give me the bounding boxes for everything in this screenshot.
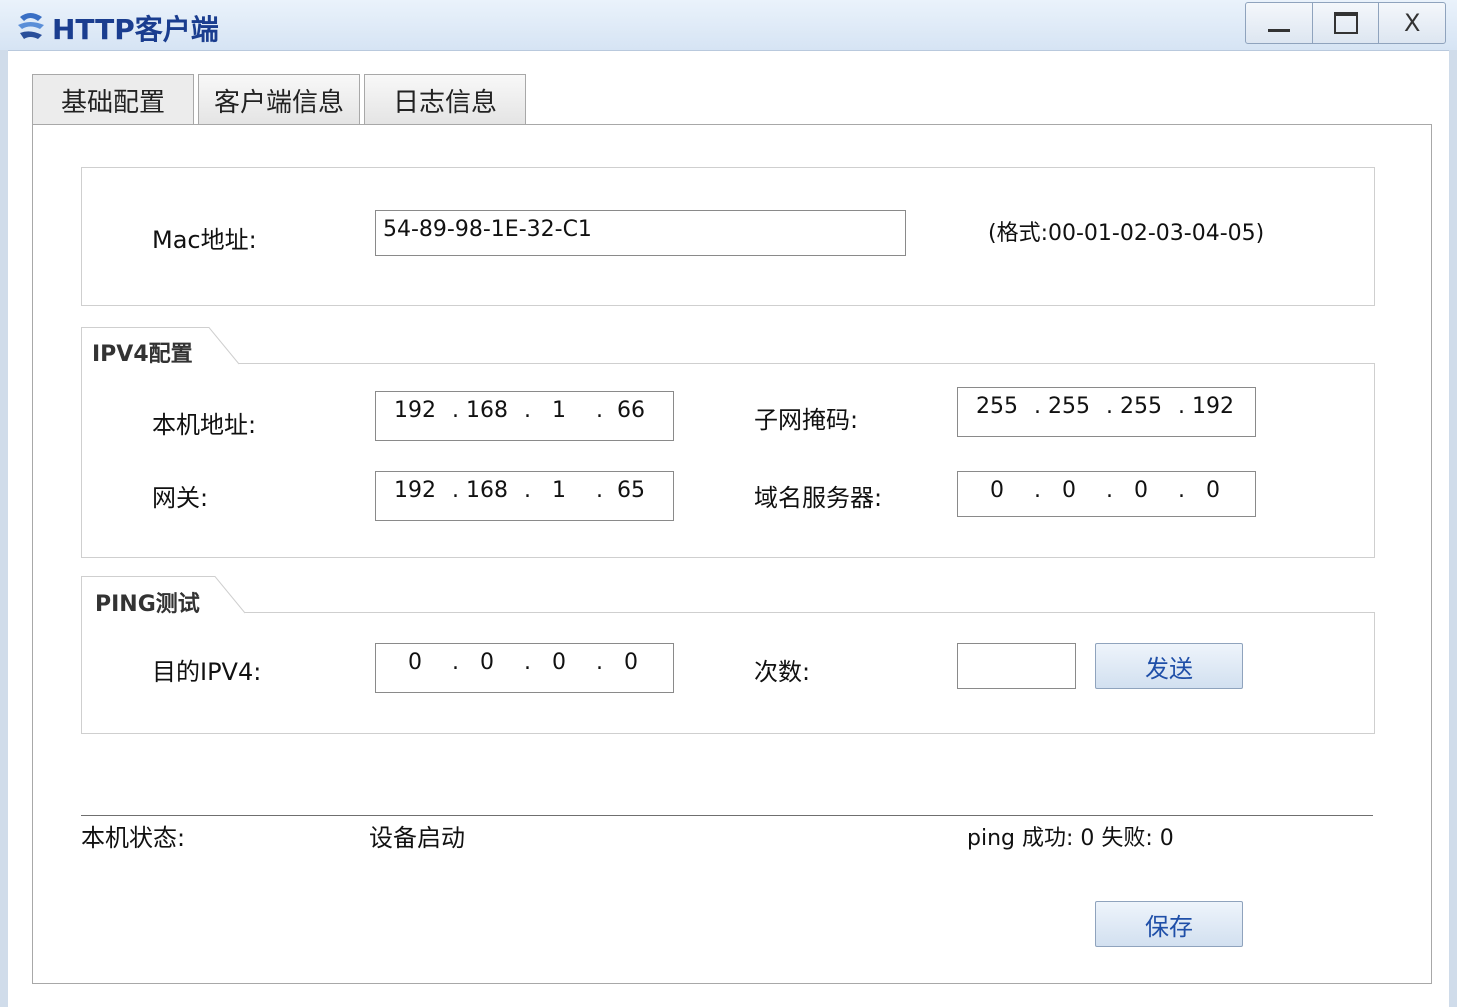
status-value: 设备启动 bbox=[369, 824, 465, 852]
ip-octet: 0 bbox=[990, 478, 1004, 503]
subnet-mask-label: 子网掩码: bbox=[754, 406, 859, 434]
ip-octet: 66 bbox=[617, 398, 645, 423]
gateway-label: 网关: bbox=[152, 484, 209, 512]
ip-octet: 168 bbox=[466, 398, 508, 423]
app-window: HTTP客户端 X 基础配置 客户端信息 日志信息 Mac地址: 54-89-9… bbox=[0, 0, 1457, 1007]
ip-dot: . bbox=[1106, 394, 1113, 419]
ip-dot: . bbox=[596, 650, 603, 675]
ip-dot: . bbox=[452, 478, 459, 503]
gateway-input[interactable]: 192 . 168 . 1 . 65 bbox=[375, 471, 674, 521]
ipv4-group-title: IPV4配置 bbox=[92, 336, 193, 372]
ip-octet: 0 bbox=[408, 650, 422, 675]
ip-dot: . bbox=[1178, 478, 1185, 503]
ip-dot: . bbox=[1034, 394, 1041, 419]
ip-dot: . bbox=[596, 398, 603, 423]
ip-octet: 255 bbox=[976, 394, 1018, 419]
ip-dot: . bbox=[1034, 478, 1041, 503]
status-divider bbox=[81, 815, 1373, 816]
local-ip-label: 本机地址: bbox=[152, 411, 257, 439]
ip-octet: 0 bbox=[480, 650, 494, 675]
ip-octet: 0 bbox=[624, 650, 638, 675]
ip-dot: . bbox=[1106, 478, 1113, 503]
tab-client-info[interactable]: 客户端信息 bbox=[198, 74, 360, 125]
ping-target-label: 目的IPV4: bbox=[152, 658, 262, 686]
mac-label: Mac地址: bbox=[152, 226, 257, 254]
title-bar[interactable]: HTTP客户端 X bbox=[0, 0, 1457, 51]
local-ip-input[interactable]: 192 . 168 . 1 . 66 bbox=[375, 391, 674, 441]
ip-octet: 0 bbox=[1206, 478, 1220, 503]
dns-label: 域名服务器: bbox=[754, 484, 883, 512]
ip-octet: 1 bbox=[552, 398, 566, 423]
window-frame-right bbox=[1449, 50, 1457, 1007]
maximize-icon bbox=[1333, 12, 1358, 34]
window-controls: X bbox=[1245, 2, 1446, 44]
ip-octet: 192 bbox=[1192, 394, 1234, 419]
ip-dot: . bbox=[524, 650, 531, 675]
minimize-icon bbox=[1267, 28, 1290, 32]
close-button[interactable]: X bbox=[1379, 3, 1445, 43]
close-icon: X bbox=[1403, 9, 1421, 37]
ip-dot: . bbox=[1178, 394, 1185, 419]
ip-octet: 0 bbox=[552, 650, 566, 675]
app-icon bbox=[18, 13, 44, 39]
tab-strip: 基础配置 客户端信息 日志信息 bbox=[32, 74, 530, 126]
send-button[interactable]: 发送 bbox=[1095, 643, 1243, 689]
ip-octet: 65 bbox=[617, 478, 645, 503]
ip-octet: 0 bbox=[1134, 478, 1148, 503]
ip-octet: 168 bbox=[466, 478, 508, 503]
mac-value: 54-89-98-1E-32-C1 bbox=[383, 217, 592, 242]
ip-octet: 255 bbox=[1048, 394, 1090, 419]
ip-dot: . bbox=[596, 478, 603, 503]
ip-dot: . bbox=[452, 398, 459, 423]
ping-target-input[interactable]: 0 . 0 . 0 . 0 bbox=[375, 643, 674, 693]
ping-count-label: 次数: bbox=[754, 658, 811, 686]
mac-format-hint: (格式:00-01-02-03-04-05) bbox=[988, 221, 1265, 246]
subnet-mask-input[interactable]: 255 . 255 . 255 . 192 bbox=[957, 387, 1256, 437]
ip-dot: . bbox=[524, 478, 531, 503]
ip-dot: . bbox=[452, 650, 459, 675]
window-frame-left bbox=[0, 50, 8, 1007]
tab-log-info[interactable]: 日志信息 bbox=[364, 74, 526, 125]
tab-basic-config[interactable]: 基础配置 bbox=[32, 74, 194, 125]
window-title: HTTP客户端 bbox=[52, 13, 219, 46]
maximize-button[interactable] bbox=[1313, 3, 1380, 43]
ping-result: ping 成功: 0 失败: 0 bbox=[967, 826, 1174, 851]
dns-input[interactable]: 0 . 0 . 0 . 0 bbox=[957, 471, 1256, 517]
ip-octet: 192 bbox=[394, 398, 436, 423]
ping-group-title: PING测试 bbox=[95, 586, 200, 622]
ip-octet: 255 bbox=[1120, 394, 1162, 419]
ping-count-input[interactable] bbox=[957, 643, 1076, 689]
ip-dot: . bbox=[524, 398, 531, 423]
ip-octet: 0 bbox=[1062, 478, 1076, 503]
save-button[interactable]: 保存 bbox=[1095, 901, 1243, 947]
status-label: 本机状态: bbox=[81, 824, 186, 852]
minimize-button[interactable] bbox=[1246, 3, 1313, 43]
ip-octet: 192 bbox=[394, 478, 436, 503]
mac-input[interactable]: 54-89-98-1E-32-C1 bbox=[375, 210, 906, 256]
ip-octet: 1 bbox=[552, 478, 566, 503]
